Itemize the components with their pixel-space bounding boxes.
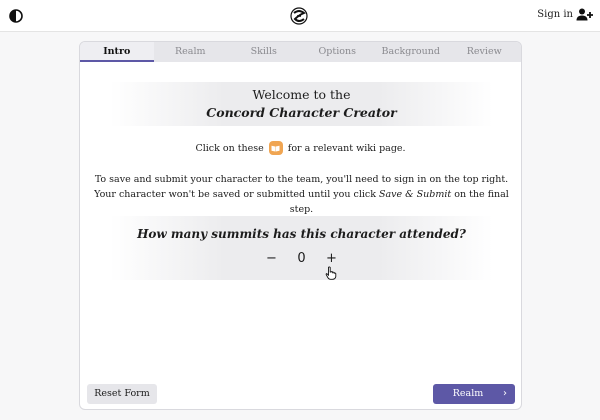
tab-options[interactable]: Options (301, 42, 375, 62)
tab-realm[interactable]: Realm (154, 42, 228, 62)
tab-skills[interactable]: Skills (227, 42, 301, 62)
summits-value: 0 (297, 251, 306, 266)
book-icon[interactable] (268, 141, 283, 155)
tab-background[interactable]: Background (374, 42, 448, 62)
summits-stepper: − 0 + (110, 251, 493, 266)
tab-intro[interactable]: Intro (80, 42, 154, 62)
app-title: Concord Character Creator (206, 105, 397, 120)
tab-review[interactable]: Review (448, 42, 522, 62)
step-tabs: Intro Realm Skills Options Background Re… (80, 42, 521, 62)
sign-in-label: Sign in (537, 9, 573, 20)
book-glyph (271, 145, 280, 151)
summits-question: How many summits has this character atte… (137, 227, 466, 241)
sign-in-info: To save and submit your character to the… (94, 172, 509, 217)
summits-panel: How many summits has this character atte… (110, 216, 493, 280)
contrast-icon[interactable] (9, 9, 23, 23)
decrement-button[interactable]: − (266, 251, 278, 266)
next-step-label: Realm (452, 388, 484, 399)
chevron-right-icon: › (503, 388, 507, 399)
wiki-hint: Click on these for a relevant wiki page. (80, 141, 521, 155)
add-user-icon (576, 8, 593, 21)
hand-pointer-icon (325, 266, 337, 280)
next-step-button[interactable]: Realm › (433, 384, 515, 404)
welcome-banner: Welcome to the Concord Character Creator (110, 82, 493, 126)
sign-in-button[interactable]: Sign in (537, 8, 593, 21)
save-submit-emphasis: Save & Submit (379, 189, 452, 200)
reset-form-button[interactable]: Reset Form (87, 384, 157, 404)
top-bar: Sign in (0, 0, 600, 32)
wiki-hint-before: Click on these (195, 142, 264, 154)
wiki-hint-after: for a relevant wiki page. (287, 142, 406, 154)
character-creator-card: Intro Realm Skills Options Background Re… (79, 41, 522, 410)
increment-button[interactable]: + (326, 251, 338, 266)
welcome-line: Welcome to the (252, 87, 351, 102)
concord-logo[interactable] (290, 7, 308, 25)
